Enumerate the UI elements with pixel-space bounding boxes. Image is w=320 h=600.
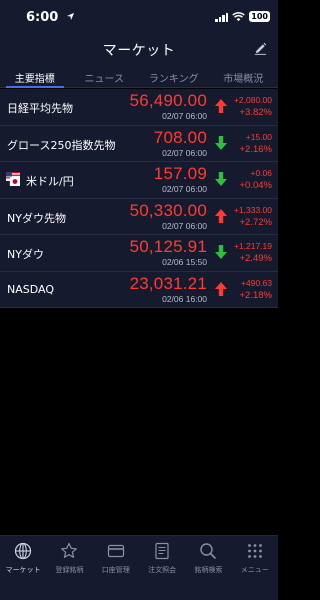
- row-change-percent: +2.16%: [239, 143, 273, 155]
- search-icon: [200, 543, 217, 559]
- row-time: 02/07 06:00: [162, 111, 207, 121]
- arrow-up-icon: [215, 208, 227, 223]
- nav-label: マーケット: [5, 566, 41, 574]
- row-price: 50,125.91: [129, 237, 207, 256]
- arrow-down-icon: [215, 245, 227, 259]
- arrow-down-icon: [215, 172, 227, 186]
- nav-market[interactable]: マーケット: [0, 536, 46, 600]
- location-icon: [66, 12, 75, 21]
- us-jp-flag-icon: [6, 172, 20, 186]
- wifi-icon: [232, 11, 246, 21]
- market-row-nydow[interactable]: NYダウ 50,125.91 02/06 15:50 +1,217.19 +2.…: [0, 235, 278, 272]
- status-time: 6:00: [26, 10, 59, 25]
- row-name: グロース250指数先物: [7, 138, 116, 152]
- market-list: 日経平均先物 56,490.00 02/07 06:00 +2,080.00 +…: [0, 89, 278, 308]
- nav-account[interactable]: 口座管理: [93, 536, 139, 600]
- row-name: NASDAQ: [7, 282, 55, 296]
- nav-menu[interactable]: メニュー: [232, 536, 278, 600]
- app-header: マーケット: [0, 34, 278, 64]
- row-change: +1,333.00: [233, 204, 272, 215]
- tab-news[interactable]: ニュース: [70, 64, 140, 87]
- arrow-down-icon: [215, 135, 227, 150]
- arrow-up-icon: [215, 99, 227, 113]
- page-title: マーケット: [102, 43, 176, 59]
- tab-ranking[interactable]: ランキング: [139, 64, 209, 87]
- arrow-up-icon: [215, 281, 227, 296]
- nav-label: 銘柄検索: [194, 566, 223, 574]
- nav-label: 口座管理: [101, 566, 130, 574]
- row-change-percent: +2.49%: [239, 253, 273, 264]
- row-price: 23,031.21: [129, 273, 207, 293]
- card-icon: [107, 544, 124, 558]
- row-change-percent: +0.04%: [239, 180, 273, 191]
- tab-main-indicators[interactable]: 主要指標: [0, 64, 70, 88]
- row-change-percent: +2.18%: [239, 289, 273, 301]
- row-time: 02/06 15:50: [162, 257, 207, 267]
- row-price: 56,490.00: [129, 91, 207, 110]
- market-row-nasdaq[interactable]: NASDAQ 23,031.21 02/06 16:00 +490.63 +2.…: [0, 271, 278, 308]
- market-row-nydow-futures[interactable]: NYダウ先物 50,330.00 02/07 06:00 +1,333.00 +…: [0, 198, 278, 235]
- tab-bar: 主要指標 ニュース ランキング 市場概況: [0, 64, 278, 88]
- status-bar: 6:00 100: [0, 0, 278, 34]
- nav-search[interactable]: 銘柄検索: [185, 536, 231, 600]
- row-time: 02/07 06:00: [162, 220, 207, 231]
- market-row-usdjpy[interactable]: 米ドル/円 157.09 02/07 06:00 +0.06 +0.04%: [0, 162, 278, 199]
- nav-watchlist[interactable]: 登録銘柄: [46, 536, 92, 600]
- battery-icon: 100: [249, 11, 270, 22]
- row-time: 02/06 16:00: [162, 293, 207, 304]
- row-price: 708.00: [153, 127, 207, 147]
- row-change: +2,080.00: [233, 95, 272, 105]
- row-name: NYダウ: [7, 248, 44, 261]
- row-change: +490.63: [241, 277, 272, 288]
- signal-icon: [215, 12, 229, 22]
- document-icon: [155, 542, 169, 560]
- star-icon: [61, 542, 78, 558]
- grid-icon: [247, 544, 262, 558]
- edit-icon[interactable]: [254, 42, 267, 55]
- row-name: NYダウ先物: [7, 211, 66, 225]
- row-change: +0.06: [250, 168, 272, 178]
- row-change-percent: +2.72%: [239, 216, 273, 228]
- nav-orders[interactable]: 注文照会: [139, 536, 185, 600]
- nav-label: 登録銘柄: [55, 566, 84, 574]
- row-change: +15.00: [245, 131, 272, 142]
- row-change-percent: +3.82%: [239, 107, 273, 118]
- row-name: 日経平均先物: [7, 102, 73, 115]
- row-name: 米ドル/円: [26, 175, 74, 188]
- row-change: +1,217.19: [233, 241, 272, 251]
- row-time: 02/07 06:00: [162, 147, 207, 158]
- status-indicators: 100: [215, 11, 270, 22]
- market-row-nikkei-futures[interactable]: 日経平均先物 56,490.00 02/07 06:00 +2,080.00 +…: [0, 89, 278, 126]
- tab-market-overview[interactable]: 市場概況: [209, 64, 279, 87]
- row-time: 02/07 06:00: [162, 184, 207, 194]
- nav-label: 注文照会: [148, 566, 177, 574]
- globe-icon: [15, 542, 32, 560]
- market-row-growth250-futures[interactable]: グロース250指数先物 708.00 02/07 06:00 +15.00 +2…: [0, 125, 278, 162]
- nav-label: メニュー: [240, 566, 269, 574]
- row-price: 157.09: [153, 164, 207, 183]
- row-price: 50,330.00: [129, 200, 207, 220]
- bottom-nav: マーケット 登録銘柄 口座管理 注文照会 銘柄検索 メニュー: [0, 535, 278, 600]
